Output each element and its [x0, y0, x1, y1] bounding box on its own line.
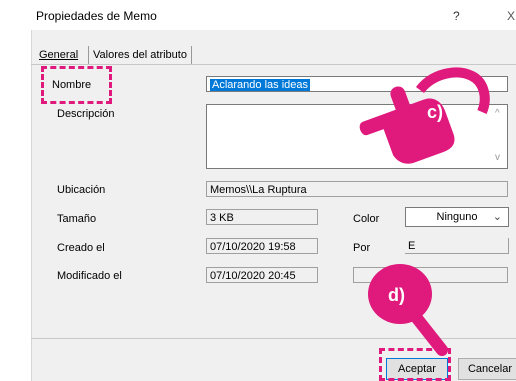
scroll-up-icon[interactable]: ^ — [495, 108, 500, 119]
por-label: Por — [353, 242, 371, 254]
pointing-hand-c-icon — [359, 67, 490, 164]
window-title: Propiedades de Memo — [36, 9, 157, 23]
help-button[interactable]: ? — [453, 9, 460, 23]
tamano-field: 3 KB — [206, 209, 318, 225]
cancel-button[interactable]: Cancelar — [458, 358, 516, 380]
nombre-highlight-box — [41, 66, 112, 104]
por-field: E — [405, 238, 509, 254]
tab-divider — [31, 64, 516, 65]
tamano-value: 3 KB — [210, 212, 234, 224]
tab-general[interactable]: General — [35, 46, 83, 64]
color-label: Color — [353, 213, 380, 225]
tab-valores-del-atributo[interactable]: Valores del atributo — [88, 46, 192, 64]
creado-value: 07/10/2020 19:58 — [210, 241, 296, 253]
ubicacion-field: Memos\\La Ruptura — [206, 181, 508, 197]
ubicacion-value: Memos\\La Ruptura — [210, 184, 307, 196]
por-value: E — [408, 240, 416, 252]
ubicacion-label: Ubicación — [57, 184, 106, 196]
modificado-value: 07/10/2020 20:45 — [210, 270, 296, 282]
tab-general-label: General — [39, 49, 79, 61]
annotation-d-label: d) — [388, 285, 405, 305]
modificado-label: Modificado el — [57, 270, 122, 282]
color-value: Ninguno — [436, 211, 478, 223]
descripcion-label: Descripción — [57, 108, 115, 120]
close-button[interactable]: X — [507, 9, 515, 23]
chevron-down-icon: ⌄ — [492, 211, 502, 223]
color-select[interactable]: Ninguno ⌄ — [405, 207, 509, 227]
creado-field: 07/10/2020 19:58 — [206, 238, 318, 254]
modificado-field: 07/10/2020 20:45 — [206, 267, 318, 283]
left-gutter — [0, 0, 31, 381]
pointing-hand-d-icon — [368, 264, 448, 356]
tamano-label: Tamaño — [57, 213, 97, 225]
scroll-down-icon[interactable]: v — [495, 152, 500, 163]
annotation-c-label: c) — [427, 102, 444, 122]
tab-valores-label: Valores del atributo — [93, 49, 187, 61]
creado-label: Creado el — [57, 242, 105, 254]
nombre-value: Aclarando las ideas — [210, 79, 311, 91]
